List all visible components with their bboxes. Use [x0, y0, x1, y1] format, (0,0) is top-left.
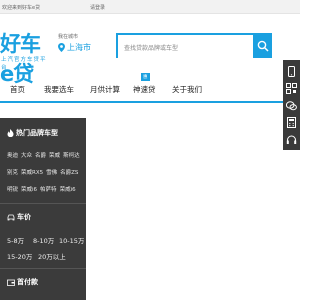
nav-item-about[interactable]: 关于我们 [172, 84, 202, 95]
brand-title-text: 热门品牌车型 [16, 129, 58, 137]
price-range-link[interactable]: 20万以上 [38, 251, 66, 261]
city-name: 上海市 [67, 43, 91, 52]
logo-subtitle: 上汽官方车贷平台 [1, 57, 47, 71]
search-button[interactable] [253, 33, 272, 58]
city-name-wrap: 上海市 [58, 42, 91, 53]
flame-icon [7, 129, 14, 137]
brand-link[interactable]: 大众 [21, 153, 32, 159]
headset-icon[interactable] [286, 134, 297, 145]
brand-link[interactable]: 名爵 [35, 153, 46, 159]
brand-link[interactable]: 雪佛 [46, 170, 57, 176]
brand-link[interactable]: 荣威 [49, 153, 60, 159]
down-payment-section-title: 首付款 [7, 277, 38, 287]
location-pin-icon [58, 43, 65, 52]
login-link[interactable]: 请登录 [90, 4, 105, 11]
site-logo[interactable]: 好车e贷 上汽官方车贷平台 [0, 28, 52, 86]
brand-link[interactable]: 帕萨特 [40, 187, 57, 193]
brand-link[interactable]: 斯柯达 [63, 153, 80, 159]
brand-link[interactable]: 奥迪 [7, 153, 18, 159]
city-selector[interactable]: 我在城市 上海市 [58, 33, 91, 52]
brand-link[interactable]: 荣威RX5 [21, 170, 43, 176]
search-input[interactable] [118, 38, 253, 59]
top-bar: 欢迎来到好车e贷 请登录 [0, 0, 300, 14]
price-range-link[interactable]: 10-15万 [59, 235, 84, 245]
brand-row: 明锐 荣威i6 帕萨特 荣威i6 [7, 185, 79, 193]
brand-section-title: 热门品牌车型 [7, 128, 58, 138]
brand-row: 别克 荣威RX5 雪佛 名爵ZS [7, 168, 81, 176]
welcome-text: 欢迎来到好车e贷 [2, 5, 41, 11]
price-range-link[interactable]: 5-8万 [7, 235, 24, 245]
qr-code-icon[interactable] [286, 83, 297, 94]
brand-link[interactable]: 明锐 [7, 187, 18, 193]
divider [0, 268, 86, 269]
search-box [116, 33, 253, 59]
brand-link[interactable]: 荣威i6 [21, 187, 37, 193]
promo-badge: 惠 [141, 73, 150, 81]
wechat-icon[interactable] [286, 100, 297, 111]
nav-item-fast-loan[interactable]: 神速贷 [133, 84, 156, 95]
nav-item-home[interactable]: 首页 [10, 84, 25, 95]
search-icon [257, 40, 269, 52]
floating-sidebar [283, 60, 300, 150]
nav-item-monthly-calc[interactable]: 月供计算 [90, 84, 120, 95]
divider [0, 203, 86, 204]
main-nav: 首页 我要选车 月供计算 惠 神速贷 关于我们 [0, 73, 283, 103]
phone-icon[interactable] [286, 66, 297, 77]
wallet-icon [7, 279, 15, 286]
calculator-icon[interactable] [286, 117, 297, 128]
category-panel: 热门品牌车型 奥迪 大众 名爵 荣威 斯柯达 别克 荣威RX5 雪佛 名爵ZS 明锐 荣威i6 帕… [0, 118, 86, 300]
brand-link[interactable]: 荣威i6 [60, 187, 76, 193]
price-section-title: 车价 [7, 212, 31, 222]
city-label: 我在城市 [58, 34, 79, 40]
brand-link[interactable]: 名爵ZS [60, 170, 78, 176]
down-title-text: 首付款 [17, 278, 38, 286]
brand-row: 奥迪 大众 名爵 荣威 斯柯达 [7, 151, 83, 159]
price-range-link[interactable]: 15-20万 [7, 251, 32, 261]
price-range-link[interactable]: 8-10万 [33, 235, 54, 245]
price-title-text: 车价 [17, 213, 31, 221]
brand-link[interactable]: 别克 [7, 170, 18, 176]
car-icon [7, 214, 15, 220]
nav-item-choose-car[interactable]: 我要选车 [44, 84, 74, 95]
